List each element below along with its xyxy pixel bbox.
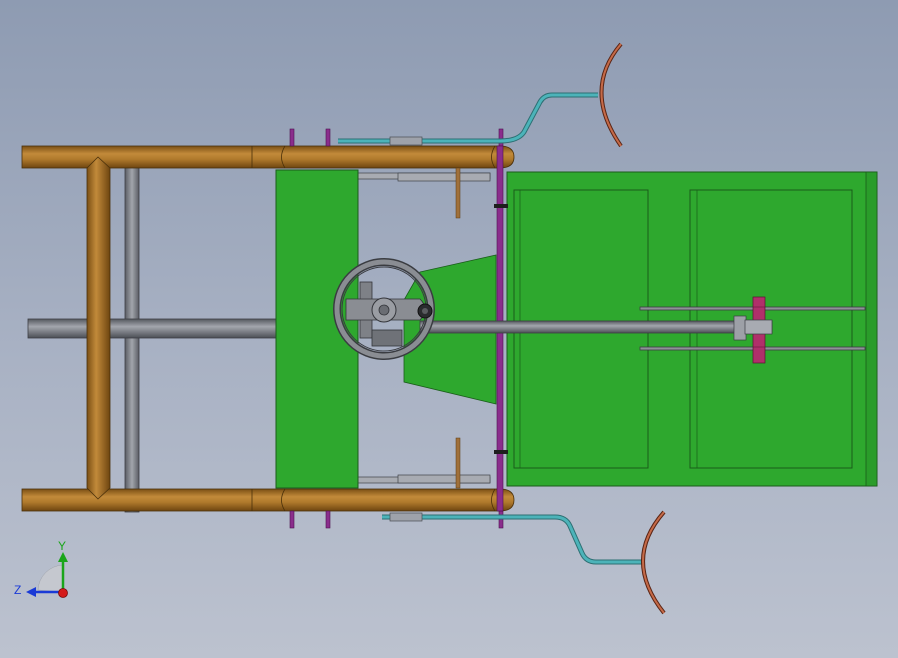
vertical-frame-tube	[86, 156, 111, 500]
bottom-blade-edge	[642, 511, 665, 614]
top-hose	[338, 92, 598, 146]
upper-pin	[455, 167, 461, 219]
z-axis-label: Z	[14, 583, 21, 597]
y-axis-arrow	[58, 552, 68, 562]
lower-pin	[455, 437, 461, 489]
axis-triad: Y Z	[14, 539, 68, 598]
main-shaft-left	[27, 318, 279, 339]
steering-wheel	[333, 258, 435, 360]
top-blade-edge	[600, 43, 622, 147]
lower-rails	[357, 474, 491, 484]
cad-viewport[interactable]: Y Z	[0, 0, 898, 658]
main-shaft-right	[419, 320, 773, 334]
z-axis-arrow	[26, 587, 36, 597]
upper-rails	[357, 172, 491, 182]
assembly-drawing: Y Z	[14, 42, 878, 615]
x-axis-point	[58, 588, 68, 598]
bottom-hose	[382, 512, 642, 565]
y-axis-label: Y	[58, 539, 66, 553]
